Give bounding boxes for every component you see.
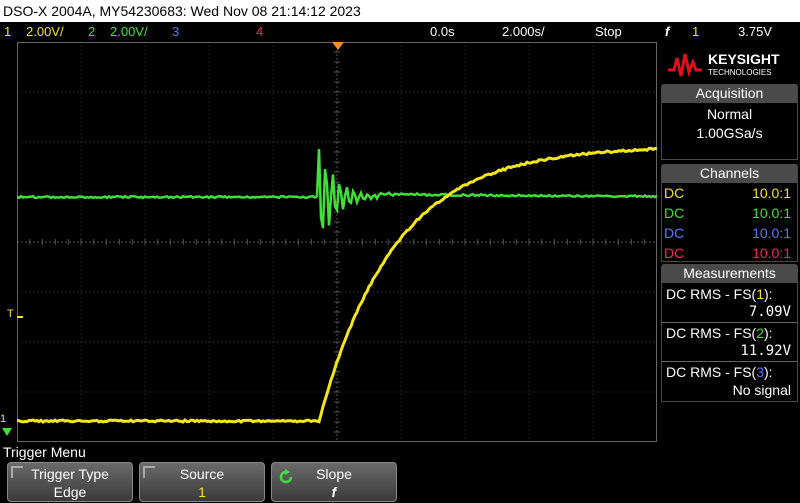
- ch4-number[interactable]: 4: [256, 22, 263, 42]
- measurement-label: DC RMS - FS(2):: [662, 324, 797, 342]
- ch3-number[interactable]: 3: [172, 22, 179, 42]
- channel-row[interactable]: DC 10.0:1: [662, 243, 797, 263]
- rising-edge-icon: f: [665, 24, 670, 39]
- measurements-panel: DC RMS - FS(1): 7.09V DC RMS - FS(2): 11.92…: [661, 282, 798, 402]
- softkey-title: Source: [179, 466, 225, 482]
- measurement-label-text: DC RMS - FS(: [666, 286, 757, 302]
- measurements-header[interactable]: Measurements: [661, 264, 798, 282]
- sample-rate: 1.00GSa/s: [696, 125, 763, 141]
- channel-probe: 10.0:1: [752, 245, 791, 261]
- run-state[interactable]: Stop: [595, 22, 622, 42]
- window-title: DSO-X 2004A, MY54230683: Wed Nov 08 21:1…: [0, 0, 800, 22]
- channel-probe: 10.0:1: [752, 205, 791, 221]
- channel-row[interactable]: DC 10.0:1: [662, 203, 797, 223]
- measurement-divider: [662, 322, 797, 323]
- keysight-logo: KEYSIGHT TECHNOLOGIES: [660, 44, 800, 82]
- channels-header[interactable]: Channels: [661, 164, 798, 182]
- trigger-type-softkey[interactable]: Trigger Type Edge: [7, 462, 133, 502]
- channel-coupling: DC: [664, 205, 685, 221]
- measurement-label: DC RMS - FS(3):: [662, 363, 797, 381]
- trigger-level[interactable]: 3.75V: [738, 22, 772, 42]
- waveform-display[interactable]: [17, 42, 657, 442]
- ch2-number[interactable]: 2: [88, 22, 95, 42]
- ch2-waveform: [17, 149, 657, 229]
- measurement-divider: [662, 361, 797, 362]
- ch2-ground-marker[interactable]: [2, 428, 12, 436]
- channel-probe: 10.0:1: [752, 225, 791, 241]
- measurement-value: 11.92V: [740, 343, 791, 359]
- channel-coupling: DC: [664, 185, 685, 201]
- ch1-number[interactable]: 1: [4, 22, 11, 42]
- slope-cycle-icon: [279, 469, 293, 484]
- measurement-value: 7.09V: [748, 304, 791, 320]
- softkey-title: Trigger Type: [31, 466, 109, 482]
- time-scale[interactable]: 2.000s/: [502, 22, 545, 42]
- graticule: [17, 42, 657, 442]
- trigger-position-marker: [332, 42, 344, 50]
- ch2-scale[interactable]: 2.00V/: [110, 22, 148, 42]
- logo-sub: TECHNOLOGIES: [708, 68, 772, 77]
- measurement-label: DC RMS - FS(1):: [662, 285, 797, 303]
- measurement-channel: 2: [756, 325, 765, 341]
- status-bar: 1 2.00V/ 2 2.00V/ 3 4 0.0s 2.000s/ Stop …: [0, 22, 800, 42]
- softkey-value: 1: [198, 484, 206, 500]
- ch1-scale[interactable]: 2.00V/: [26, 22, 64, 42]
- trigger-level-label[interactable]: T: [7, 308, 14, 320]
- wave-logo-icon: KEYSIGHT TECHNOLOGIES: [668, 51, 780, 78]
- softkey-corner-icon: [143, 466, 155, 478]
- measurement-channel: 3: [756, 364, 765, 380]
- channel-coupling: DC: [664, 225, 685, 241]
- measurement-label-close: ):: [764, 364, 773, 380]
- softkey-value: f: [331, 484, 337, 500]
- softkey-corner-icon: [11, 466, 23, 478]
- measurement-channel: 1: [756, 286, 765, 302]
- measurement-label-close: ):: [764, 286, 773, 302]
- acquisition-header[interactable]: Acquisition: [661, 84, 798, 102]
- measurement-label-text: DC RMS - FS(: [666, 325, 757, 341]
- channel-coupling: DC: [664, 245, 685, 261]
- time-position[interactable]: 0.0s: [430, 22, 455, 42]
- channel-row[interactable]: DC 10.0:1: [662, 183, 797, 203]
- measurement-value: No signal: [732, 382, 791, 398]
- acquisition-mode: Normal: [706, 106, 753, 122]
- channel-probe: 10.0:1: [752, 185, 791, 201]
- source-softkey[interactable]: Source 1: [139, 462, 265, 502]
- acquisition-panel: Normal 1.00GSa/s: [661, 102, 798, 160]
- logo-brand: KEYSIGHT: [708, 51, 780, 67]
- ch1-ground-marker[interactable]: 1: [0, 413, 6, 425]
- measurement-label-text: DC RMS - FS(: [666, 364, 757, 380]
- softkey-value: Edge: [53, 484, 87, 500]
- channels-panel: DC 10.0:1 DC 10.0:1 DC 10.0:1 DC 10.0:1: [661, 182, 798, 262]
- menu-title: Trigger Menu: [3, 444, 86, 460]
- ch1-waveform: [17, 146, 657, 424]
- measurement-label-close: ):: [764, 325, 773, 341]
- trigger-channel[interactable]: 1: [692, 22, 699, 42]
- slope-softkey[interactable]: Slope f: [271, 462, 397, 502]
- channel-row[interactable]: DC 10.0:1: [662, 223, 797, 243]
